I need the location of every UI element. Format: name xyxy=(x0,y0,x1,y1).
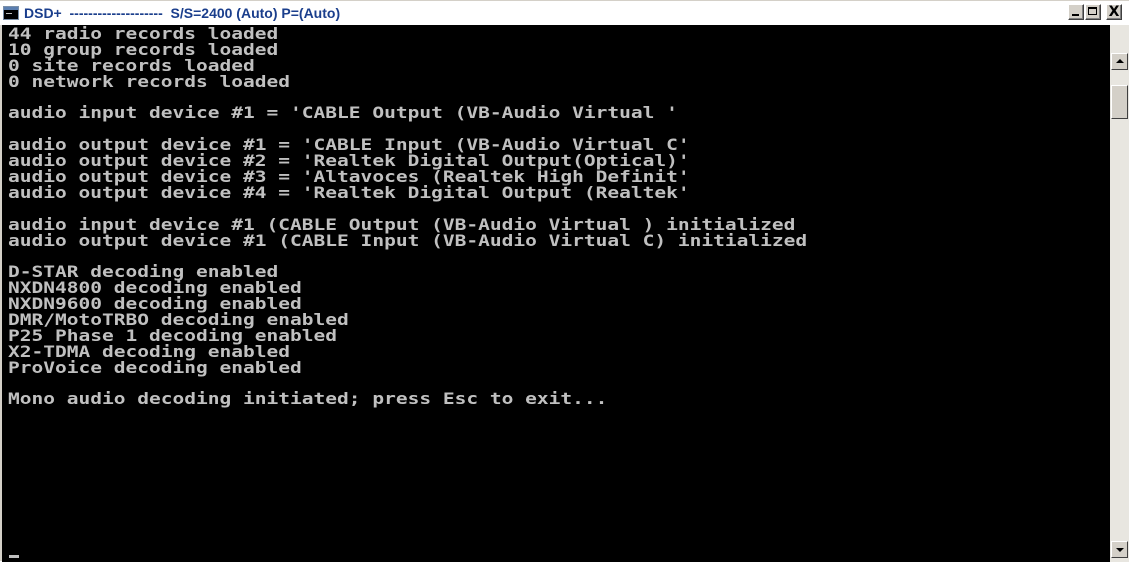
console-line: Mono audio decoding initiated; press Esc… xyxy=(8,389,608,409)
console-window-icon[interactable] xyxy=(3,6,19,20)
console-lines: 44 radio records loaded 10 group records … xyxy=(8,26,807,407)
close-button[interactable]: X xyxy=(1106,4,1122,20)
scroll-up-arrow-icon xyxy=(1116,59,1124,63)
scroll-down-arrow-icon xyxy=(1116,548,1124,552)
minimize-button[interactable] xyxy=(1068,4,1084,20)
window-title: DSD+ -------------------- S/S=2400 (Auto… xyxy=(24,5,341,21)
scroll-up-button[interactable] xyxy=(1111,53,1128,70)
console-output[interactable]: 44 radio records loaded 10 group records … xyxy=(2,25,1110,562)
console-line: audio output device #1 (CABLE Input (VB-… xyxy=(8,230,808,250)
console-line: 0 network records loaded xyxy=(8,71,291,91)
minimize-icon xyxy=(1072,14,1079,16)
console-line: audio input device #1 = 'CABLE Output (V… xyxy=(8,103,678,123)
maximize-icon xyxy=(1088,7,1097,15)
maximize-button[interactable] xyxy=(1085,4,1101,20)
scroll-thumb[interactable] xyxy=(1111,85,1128,119)
vertical-scrollbar[interactable] xyxy=(1110,25,1129,562)
scroll-down-button[interactable] xyxy=(1111,541,1128,558)
console-line: audio output device #4 = 'Realtek Digita… xyxy=(8,182,690,202)
close-icon: X xyxy=(1108,4,1120,20)
console-window: DSD+ -------------------- S/S=2400 (Auto… xyxy=(0,0,1129,562)
console-line: ProVoice decoding enabled xyxy=(8,357,302,377)
text-cursor xyxy=(9,555,19,558)
title-bar[interactable]: DSD+ -------------------- S/S=2400 (Auto… xyxy=(0,1,1129,25)
